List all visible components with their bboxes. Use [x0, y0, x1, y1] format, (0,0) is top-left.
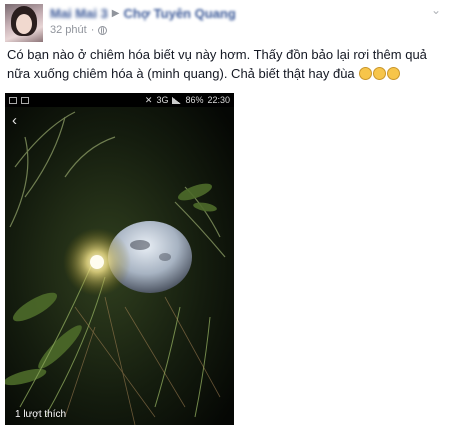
- chevron-down-icon[interactable]: ⌄: [428, 2, 444, 18]
- battery-percent: 86%: [185, 95, 204, 105]
- post-meta: 32 phút ·: [50, 24, 108, 36]
- mute-icon: ✕: [144, 94, 153, 105]
- likes-count[interactable]: 1 lượt thích: [15, 409, 66, 420]
- photo-scene: [5, 107, 234, 425]
- signal-icon: [172, 96, 182, 104]
- post-photo[interactable]: ✕ 3G 86% 22:30 ‹ 1 lượt thích: [5, 93, 234, 425]
- post-text: Có bạn nào ở chiêm hóa biết vụ này hơm. …: [7, 45, 443, 83]
- group-name-link[interactable]: Chợ Tuyên Quang: [124, 6, 236, 21]
- clock-time: 22:30: [207, 95, 230, 105]
- globe-icon[interactable]: [98, 25, 108, 35]
- message-notification-icon: [21, 96, 29, 104]
- image-notification-icon: [9, 96, 17, 104]
- post-header: Mai Mai 3 ▶ Chợ Tuyên Quang: [50, 4, 236, 22]
- arrow-right-icon: ▶: [111, 7, 120, 19]
- post-time-link[interactable]: 32 phút: [50, 24, 87, 36]
- emoji-icon: [359, 67, 373, 80]
- facebook-post: Mai Mai 3 ▶ Chợ Tuyên Quang 32 phút · ⌄ …: [0, 0, 450, 425]
- network-type: 3G: [156, 95, 169, 105]
- separator-dot: ·: [90, 24, 95, 36]
- author-avatar[interactable]: [5, 4, 43, 42]
- author-name-link[interactable]: Mai Mai 3: [50, 6, 108, 21]
- emoji-icon: [373, 67, 387, 80]
- emoji-icon: [387, 67, 401, 80]
- back-arrow-icon: ‹: [12, 112, 17, 129]
- phone-statusbar: ✕ 3G 86% 22:30: [5, 93, 234, 107]
